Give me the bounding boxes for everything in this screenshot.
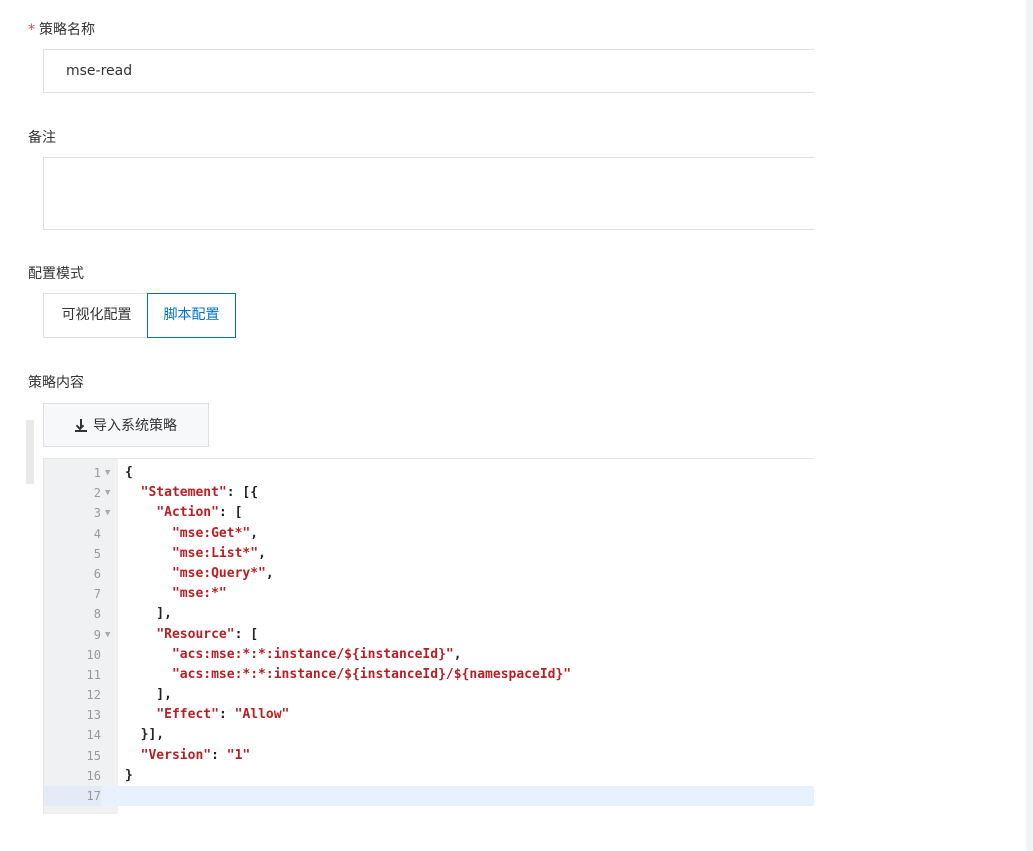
name-label: * 策略名称: [28, 19, 95, 39]
code-text: "Resource": [: [156, 626, 259, 642]
code-line[interactable]: 3 ▼ "Action": [: [44, 503, 814, 523]
code-line[interactable]: 2 ▼ "Statement": [{: [44, 483, 814, 503]
remark-textarea[interactable]: [43, 157, 814, 230]
code-line[interactable]: 10 "acs:mse:*:*:instance/${instanceId}",: [44, 645, 814, 665]
line-number: 8: [93, 607, 101, 622]
code-text: "Action": [: [156, 505, 243, 521]
editor-code: 1 ▼ {2 ▼ "Statement": [{ 3 ▼ "Action": [ 4 "ms…: [44, 463, 814, 807]
line-number: 4: [93, 526, 101, 541]
code-text: "Effect": "Allow": [156, 707, 290, 723]
content-label: 策略内容: [28, 375, 84, 391]
line-number: 17: [44, 786, 101, 807]
left-drawer-edge: [26, 420, 34, 484]
code-text: "mse:Get*",: [171, 525, 259, 541]
line-number: 15: [86, 748, 101, 763]
code-text: "acs:mse:*:*:instance/${instanceId}/${na…: [171, 666, 572, 682]
code-line[interactable]: 12 ],: [44, 685, 814, 705]
line-number: 13: [86, 708, 101, 723]
remark-label: 备注: [28, 130, 56, 146]
code-text: ],: [125, 606, 172, 622]
code-text: ],: [125, 687, 172, 703]
line-number: 14: [86, 728, 101, 743]
visual-config-tab[interactable]: 可视化配置: [43, 293, 149, 338]
code-line[interactable]: 4 "mse:Get*",: [44, 524, 814, 544]
download-icon: [75, 418, 87, 432]
line-number: 5: [93, 546, 101, 561]
fold-toggle-icon[interactable]: ▼: [105, 503, 110, 523]
fold-toggle-icon[interactable]: ▼: [105, 625, 110, 645]
script-config-tab[interactable]: 脚本配置: [147, 293, 236, 338]
code-line[interactable]: 8 ],: [44, 604, 814, 624]
required-mark: *: [28, 22, 35, 38]
code-text: "mse:*": [171, 586, 227, 602]
policy-code-editor[interactable]: 1 ▼ {2 ▼ "Statement": [{ 3 ▼ "Action": [ 4 "ms…: [43, 458, 814, 814]
import-button-label: 导入系统策略: [93, 418, 177, 434]
name-label-text: 策略名称: [39, 22, 95, 38]
code-line[interactable]: 15 "Version": "1": [44, 746, 814, 766]
code-text: }],: [125, 727, 165, 743]
line-number: 10: [86, 647, 101, 662]
code-text: "acs:mse:*:*:instance/${instanceId}",: [171, 646, 462, 662]
line-number: 2: [93, 486, 101, 501]
code-text: "Statement": [{: [140, 485, 259, 501]
code-line[interactable]: 6 "mse:Query*",: [44, 564, 814, 584]
code-text: }: [125, 767, 133, 783]
fold-toggle-icon[interactable]: ▼: [105, 463, 110, 483]
line-number: 11: [86, 667, 101, 682]
mode-label: 配置模式: [28, 266, 84, 282]
code-text: "Version": "1": [140, 747, 251, 763]
code-text: "mse:Query*",: [171, 565, 274, 581]
fold-toggle-icon[interactable]: ▼: [105, 483, 110, 503]
line-number: 16: [86, 768, 101, 783]
code-line[interactable]: 13 "Effect": "Allow": [44, 705, 814, 725]
code-line[interactable]: 11 "acs:mse:*:*:instance/${instanceId}/$…: [44, 665, 814, 685]
code-line[interactable]: 7 "mse:*": [44, 584, 814, 604]
code-line[interactable]: 16}: [44, 766, 814, 786]
policy-name-input[interactable]: mse-read: [43, 49, 814, 93]
code-text: {: [125, 465, 133, 480]
line-number: 9: [93, 627, 101, 642]
code-text: "mse:List*",: [171, 545, 266, 561]
code-line[interactable]: 9 ▼ "Resource": [: [44, 625, 814, 645]
line-number: 3: [93, 506, 101, 521]
line-number: 1: [93, 466, 101, 480]
code-line[interactable]: 1 ▼ {: [44, 463, 814, 483]
line-number: 7: [93, 587, 101, 602]
code-line[interactable]: 17: [44, 786, 814, 807]
code-line[interactable]: 14 }],: [44, 725, 814, 745]
line-number: 12: [86, 688, 101, 703]
import-system-policy-button[interactable]: 导入系统策略: [43, 403, 209, 447]
code-line[interactable]: 5 "mse:List*",: [44, 544, 814, 564]
right-gutter: [1026, 0, 1033, 851]
line-number: 6: [93, 566, 101, 581]
